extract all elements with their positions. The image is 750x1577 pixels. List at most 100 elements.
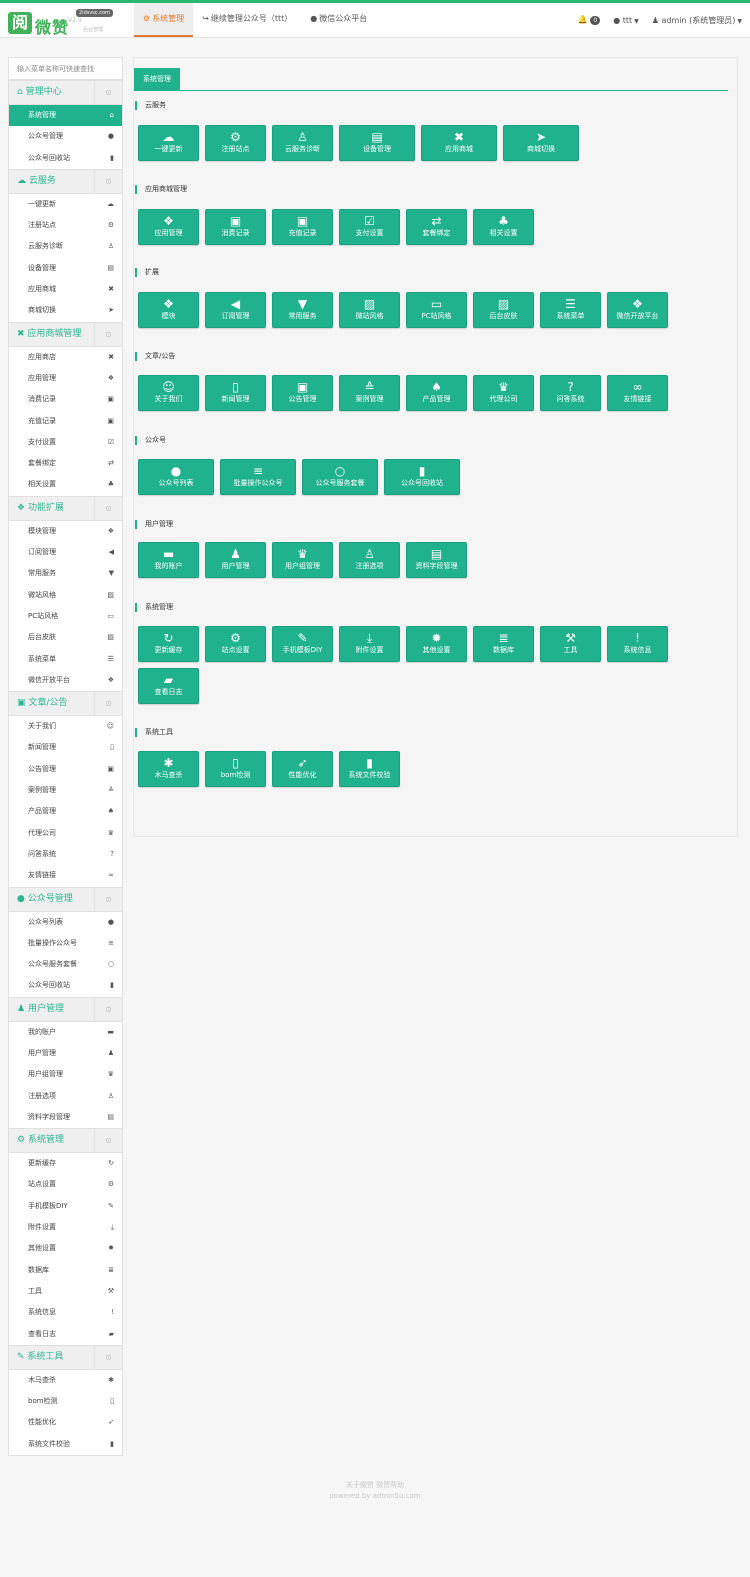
tile-button[interactable]: ▬ 我的账户 [138,542,199,578]
collapse-icon[interactable]: ⊙ [94,322,122,346]
collapse-icon[interactable]: ⊙ [94,1129,122,1153]
sidebar-item[interactable]: 云服务诊断 ♙ [9,236,122,257]
sidebar-item[interactable]: 注册选项 ♙ [9,1086,122,1107]
sidebar-item[interactable]: 手机模板DIY ✎ [9,1196,122,1217]
sidebar-item[interactable]: 公众号回收站 ▮ [9,148,122,169]
tile-button[interactable]: ∞ 友情链接 [607,375,668,411]
collapse-icon[interactable]: ⊙ [94,81,122,104]
account-menu[interactable]: ● ttt ▼ [613,16,639,25]
sidebar-item[interactable]: 后台皮肤 ▨ [9,627,122,648]
tile-button[interactable]: ↻ 更新缓存 [138,626,199,662]
tile-button[interactable]: ✖ 应用商城 [421,125,497,161]
tile-button[interactable]: ▼ 常用服务 [272,292,333,328]
sidebar-item[interactable]: 友情链接 ∞ [9,865,122,886]
tile-button[interactable]: ❖ 微信开放平台 [607,292,668,328]
sidebar-item[interactable]: 消费记录 ▣ [9,389,122,410]
tile-button[interactable]: ▤ 资料字段管理 [406,542,467,578]
menu-search-input[interactable]: 输入菜单名称可快速查找 [9,58,122,80]
sidebar-item[interactable]: 应用商城 ✖ [9,279,122,300]
sidebar-item[interactable]: 商城切换 ➤ [9,300,122,321]
tile-button[interactable]: ✎ 手机模板DIY [272,626,333,662]
sidebar-group-header[interactable]: ✖ 应用商城管理 ⊙ [9,321,122,347]
sidebar-group-header[interactable]: ⌂ 管理中心 ⊙ [9,80,122,105]
sidebar-item[interactable]: 注册站点 ⚙ [9,215,122,236]
sidebar-item[interactable]: 应用管理 ❖ [9,368,122,389]
tile-button[interactable]: ▨ 后台皮肤 [473,292,534,328]
sidebar-item[interactable]: 新闻管理 ▯ [9,737,122,758]
sidebar-item[interactable]: 工具 ⚒ [9,1281,122,1302]
sidebar-item[interactable]: 代理公司 ♛ [9,823,122,844]
sidebar-item[interactable]: 应用商店 ✖ [9,347,122,368]
sidebar-group-header[interactable]: ▣ 文章/公告 ⊙ [9,691,122,717]
tile-button[interactable]: ⚒ 工具 [540,626,601,662]
sidebar-item[interactable]: 系统菜单 ☰ [9,649,122,670]
tab-wechat-platform[interactable]: ● 微信公众平台 [301,3,376,37]
sidebar-item[interactable]: 系统管理 ⌂ [9,105,122,127]
tile-button[interactable]: ♣ 相关设置 [473,209,534,245]
footer-links[interactable]: 关于微赞 微赞帮助 [0,1480,750,1491]
sidebar-group-header[interactable]: ♟ 用户管理 ⊙ [9,996,122,1022]
tile-button[interactable]: ♛ 用户组管理 [272,542,333,578]
tile-button[interactable]: ♟ 用户管理 [205,542,266,578]
sidebar-item[interactable]: 常用服务 ▼ [9,563,122,584]
notification-button[interactable]: 🔔 0 [578,15,601,25]
tile-button[interactable]: ○ 公众号服务套餐 [302,459,378,495]
sidebar-item[interactable]: 一键更新 ☁ [9,194,122,215]
sidebar-group-header[interactable]: ☁ 云服务 ⊙ [9,168,122,194]
sidebar-item[interactable]: 充值记录 ▣ [9,411,122,432]
sidebar-group-header[interactable]: ● 公众号管理 ⊙ [9,886,122,912]
collapse-icon[interactable]: ⊙ [94,887,122,911]
user-menu[interactable]: ♟ admin (系统管理员) ▼ [652,15,742,26]
tile-button[interactable]: ? 问答系统 [540,375,601,411]
sidebar-item[interactable]: 公告管理 ▣ [9,759,122,780]
breadcrumb-tab[interactable]: 系统管理 [134,68,180,91]
sidebar-item[interactable]: 相关设置 ♣ [9,474,122,495]
tile-button[interactable]: ● 公众号列表 [138,459,214,495]
tile-button[interactable]: ✱ 木马查杀 [138,751,199,787]
sidebar-item[interactable]: 订阅管理 ◀ [9,542,122,563]
sidebar-item[interactable]: PC站风格 ▭ [9,606,122,627]
sidebar-item[interactable]: 产品管理 ♠ [9,801,122,822]
sidebar-item[interactable]: 用户组管理 ♛ [9,1064,122,1085]
tile-button[interactable]: ☺ 关于我们 [138,375,199,411]
tab-system-management[interactable]: ⚙ 系统管理 [134,3,194,37]
sidebar-item[interactable]: bom检测 ▯ [9,1391,122,1412]
sidebar-item[interactable]: 系统文件校验 ▮ [9,1434,122,1455]
sidebar-item[interactable]: 问答系统? [9,844,122,865]
tile-button[interactable]: ▰ 查看日志 [138,668,199,704]
tab-continue-account[interactable]: ↪ 继续管理公众号（ttt） [193,3,301,37]
tile-button[interactable]: ▣ 消费记录 [205,209,266,245]
sidebar-item[interactable]: 公众号列表 ● [9,912,122,933]
collapse-icon[interactable]: ⊙ [94,169,122,193]
sidebar-item[interactable]: 系统信息! [9,1302,122,1323]
tile-button[interactable]: ▭ PC站风格 [406,292,467,328]
sidebar-item[interactable]: 我的账户 ▬ [9,1022,122,1043]
sidebar-item[interactable]: 站点设置 ⚙ [9,1174,122,1195]
sidebar-item[interactable]: 查看日志 ▰ [9,1324,122,1345]
sidebar-group-header[interactable]: ✎ 系统工具 ⊙ [9,1344,122,1370]
tile-button[interactable]: ▮ 公众号回收站 [384,459,460,495]
sidebar-item[interactable]: 设备管理 ▤ [9,258,122,279]
tile-button[interactable]: ⚙ 站点设置 [205,626,266,662]
tile-button[interactable]: ♙ 云服务诊断 [272,125,333,161]
tile-button[interactable]: ⤓ 附件设置 [339,626,400,662]
tile-button[interactable]: ✹ 其他设置 [406,626,467,662]
tile-button[interactable]: ▣ 充值记录 [272,209,333,245]
sidebar-item[interactable]: 案例管理 ≙ [9,780,122,801]
sidebar-item[interactable]: 模块管理 ❖ [9,521,122,542]
tile-button[interactable]: ▨ 微站风格 [339,292,400,328]
sidebar-item[interactable]: 更新缓存 ↻ [9,1153,122,1174]
sidebar-item[interactable]: 关于我们 ☺ [9,716,122,737]
tile-button[interactable]: ➶ 性能优化 [272,751,333,787]
sidebar-item[interactable]: 套餐绑定 ⇄ [9,453,122,474]
sidebar-item[interactable]: 附件设置 ⤓ [9,1217,122,1238]
sidebar-item[interactable]: 公众号管理 ● [9,126,122,147]
tile-button[interactable]: ❖ 模块 [138,292,199,328]
tile-button[interactable]: ♛ 代理公司 [473,375,534,411]
sidebar-group-header[interactable]: ⚙ 系统管理 ⊙ [9,1128,122,1154]
tile-button[interactable]: ◀ 订阅管理 [205,292,266,328]
tile-button[interactable]: ⇄ 套餐绑定 [406,209,467,245]
sidebar-item[interactable]: 微信开放平台 ❖ [9,670,122,691]
sidebar-item[interactable]: 支付设置 ☑ [9,432,122,453]
sidebar-item[interactable]: 其他设置 ✹ [9,1238,122,1259]
